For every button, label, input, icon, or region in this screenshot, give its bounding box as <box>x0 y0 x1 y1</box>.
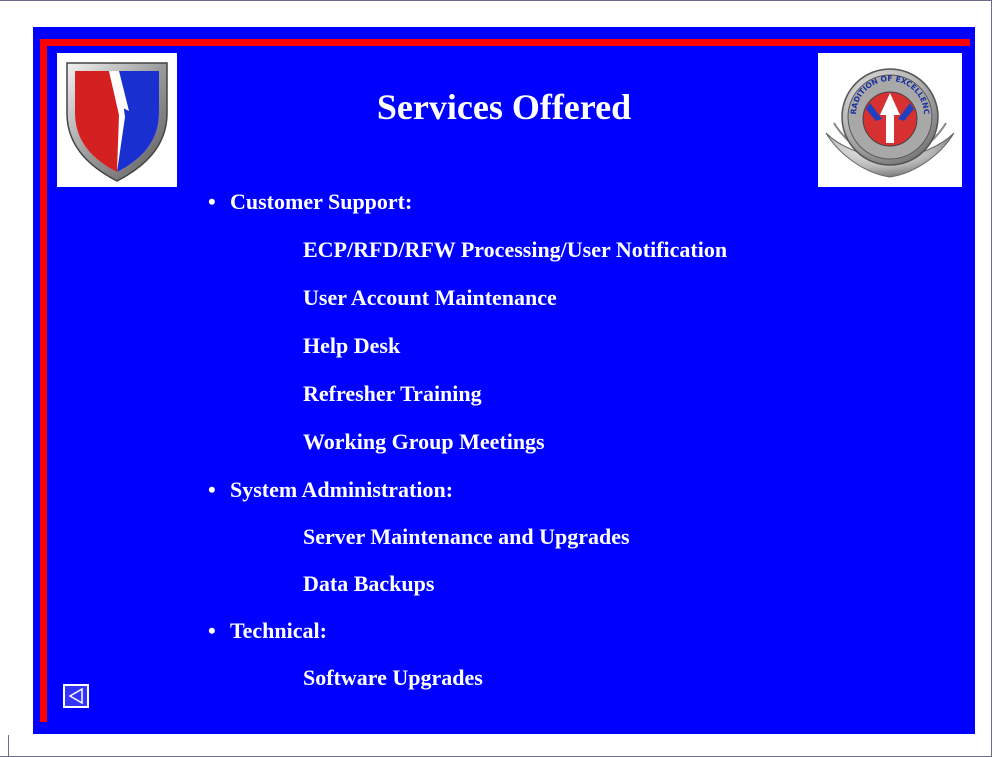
previous-slide-button[interactable] <box>63 684 89 708</box>
list-item: Server Maintenance and Upgrades <box>303 524 630 549</box>
red-left-stripe <box>40 39 47 722</box>
section-heading: • Technical: <box>208 618 327 644</box>
list-item: User Account Maintenance <box>303 285 557 310</box>
list-item: Refresher Training <box>303 381 482 406</box>
list-item: Data Backups <box>303 571 435 596</box>
bullet-marker: • <box>208 477 216 502</box>
section-heading: • System Administration: <box>208 477 453 503</box>
list-item: Working Group Meetings <box>303 429 545 454</box>
bullet-marker: • <box>208 189 216 214</box>
section-heading: • Customer Support: <box>208 189 412 215</box>
list-item: Software Upgrades <box>303 665 483 690</box>
slide-title: Services Offered <box>376 87 632 127</box>
list-item: Help Desk <box>303 333 401 358</box>
slide: TRADITION OF EXCELLENCE Services Offered… <box>33 27 975 734</box>
list-item: ECP/RFD/RFW Processing/User Notification <box>303 237 728 262</box>
section-heading-label: Customer Support: <box>230 189 413 214</box>
triangle-left-icon <box>68 687 83 705</box>
bullet-marker: • <box>208 618 216 643</box>
section-heading-label: System Administration: <box>230 477 454 502</box>
red-top-stripe <box>40 39 970 46</box>
section-heading-label: Technical: <box>230 618 327 643</box>
page-frame-edge <box>8 735 9 757</box>
